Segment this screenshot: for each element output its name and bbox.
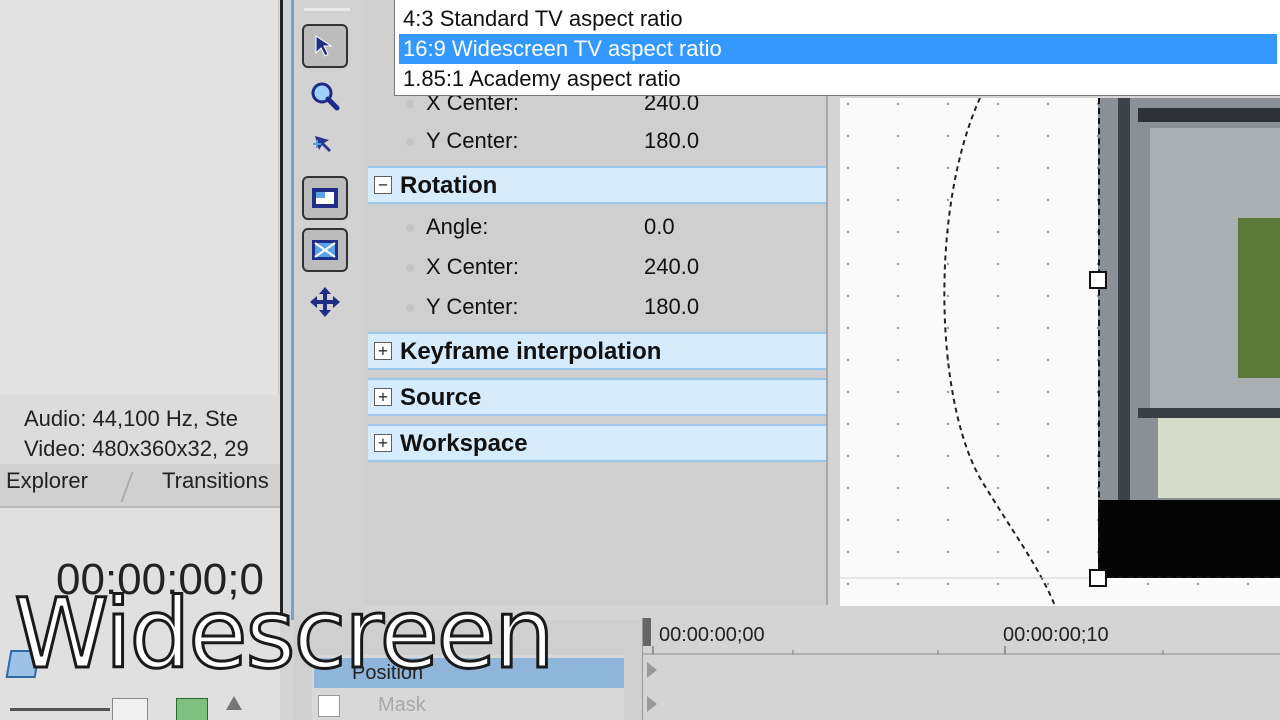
window-sill (1138, 408, 1280, 418)
prop-label: Y Center: (426, 294, 519, 319)
prop-label: Angle: (426, 214, 489, 239)
collapse-icon[interactable]: − (374, 176, 392, 194)
mask-checkbox[interactable] (318, 695, 340, 717)
aspect-option-4-3[interactable]: 4:3 Standard TV aspect ratio (399, 4, 1277, 34)
aspect-option-16-9[interactable]: 16:9 Widescreen TV aspect ratio (399, 34, 1277, 64)
keyframe-timeline[interactable]: 00:00:00;00 00:00:00;10 (642, 618, 1280, 720)
section-title: Workspace (400, 430, 528, 457)
position-y-center-row[interactable]: Y Center: 180.0 (364, 122, 826, 160)
prop-value[interactable]: 180.0 (644, 128, 699, 154)
lock-aspect-icon[interactable] (302, 228, 348, 272)
keyframe-dot (406, 100, 414, 108)
aspect-ratio-dropdown[interactable]: 4:3 Standard TV aspect ratio 16:9 Widesc… (394, 0, 1280, 96)
timeline-ruler (643, 646, 1280, 655)
section-title: Rotation (400, 172, 498, 199)
tool-strip-grip (304, 8, 350, 11)
section-title: Source (400, 384, 482, 411)
keyframe-dot (406, 264, 414, 272)
tab-divider (120, 472, 134, 502)
rotation-angle-row[interactable]: Angle: 0.0 (364, 208, 826, 246)
window-light (1158, 418, 1280, 498)
pane-splitter[interactable] (280, 0, 294, 620)
track-label: Mask (378, 694, 426, 716)
timeline-mark-label: 00:00:00;10 (1003, 624, 1109, 646)
track-mask[interactable]: Mask (314, 690, 624, 720)
timeline-start-label: 00:00:00;00 (659, 624, 765, 646)
keyframe-marker-icon[interactable] (647, 662, 657, 678)
pointer-arrow-icon[interactable] (302, 24, 348, 68)
tab-transitions[interactable]: Transitions (162, 468, 269, 494)
up-arrow-icon[interactable] (226, 696, 242, 710)
window-tabs: Explorer Transitions (0, 464, 280, 508)
prop-label: Y Center: (426, 128, 519, 153)
normal-edit-icon[interactable] (302, 124, 348, 168)
section-keyframe-interpolation[interactable]: + Keyframe interpolation (368, 332, 826, 370)
zoom-magnifier-icon[interactable] (302, 74, 348, 118)
expand-icon[interactable]: + (374, 342, 392, 360)
expand-icon[interactable]: + (374, 388, 392, 406)
prop-value[interactable]: 180.0 (644, 294, 699, 320)
crop-frame-border (1098, 576, 1280, 578)
prop-value[interactable]: 240.0 (644, 254, 699, 280)
move-freely-icon[interactable] (302, 280, 348, 324)
section-title: Keyframe interpolation (400, 338, 662, 365)
window-mullion (1118, 98, 1130, 500)
crop-handle[interactable] (1089, 271, 1107, 289)
keyframe-marker-icon[interactable] (647, 696, 657, 712)
expand-icon[interactable]: + (374, 434, 392, 452)
section-workspace[interactable]: + Workspace (368, 424, 826, 462)
foliage (1238, 218, 1280, 378)
zoom-slider-track[interactable] (10, 708, 110, 711)
audio-info: Audio: 44,100 Hz, Ste (24, 406, 239, 431)
section-rotation[interactable]: − Rotation (368, 166, 826, 204)
aspect-option-1-85[interactable]: 1.85:1 Academy aspect ratio (399, 64, 1277, 94)
zoom-slider-handle[interactable] (112, 698, 148, 720)
alpha-icon[interactable] (176, 698, 208, 720)
tab-explorer[interactable]: Explorer (6, 468, 88, 494)
video-info: Video: 480x360x32, 29 (24, 436, 249, 461)
tool-strip (294, 0, 364, 620)
crop-frame-border (1098, 98, 1100, 578)
enable-snapping-icon[interactable] (302, 176, 348, 220)
keyframe-dot (406, 304, 414, 312)
playhead[interactable] (643, 618, 651, 646)
pan-crop-workspace[interactable] (840, 98, 1280, 606)
prop-label: X Center: (426, 254, 519, 279)
letterbox-bar (1098, 500, 1280, 578)
crop-handle[interactable] (1089, 569, 1107, 587)
rotation-y-center-row[interactable]: Y Center: 180.0 (364, 288, 826, 326)
keyframe-dot (406, 224, 414, 232)
rotation-x-center-row[interactable]: X Center: 240.0 (364, 248, 826, 286)
video-frame (1098, 98, 1280, 578)
media-preview-area (0, 0, 279, 395)
window-bar (1138, 108, 1280, 122)
keyframe-dot (406, 138, 414, 146)
overlay-caption: Widescreen (13, 577, 557, 692)
prop-value[interactable]: 0.0 (644, 214, 675, 240)
section-source[interactable]: + Source (368, 378, 826, 416)
